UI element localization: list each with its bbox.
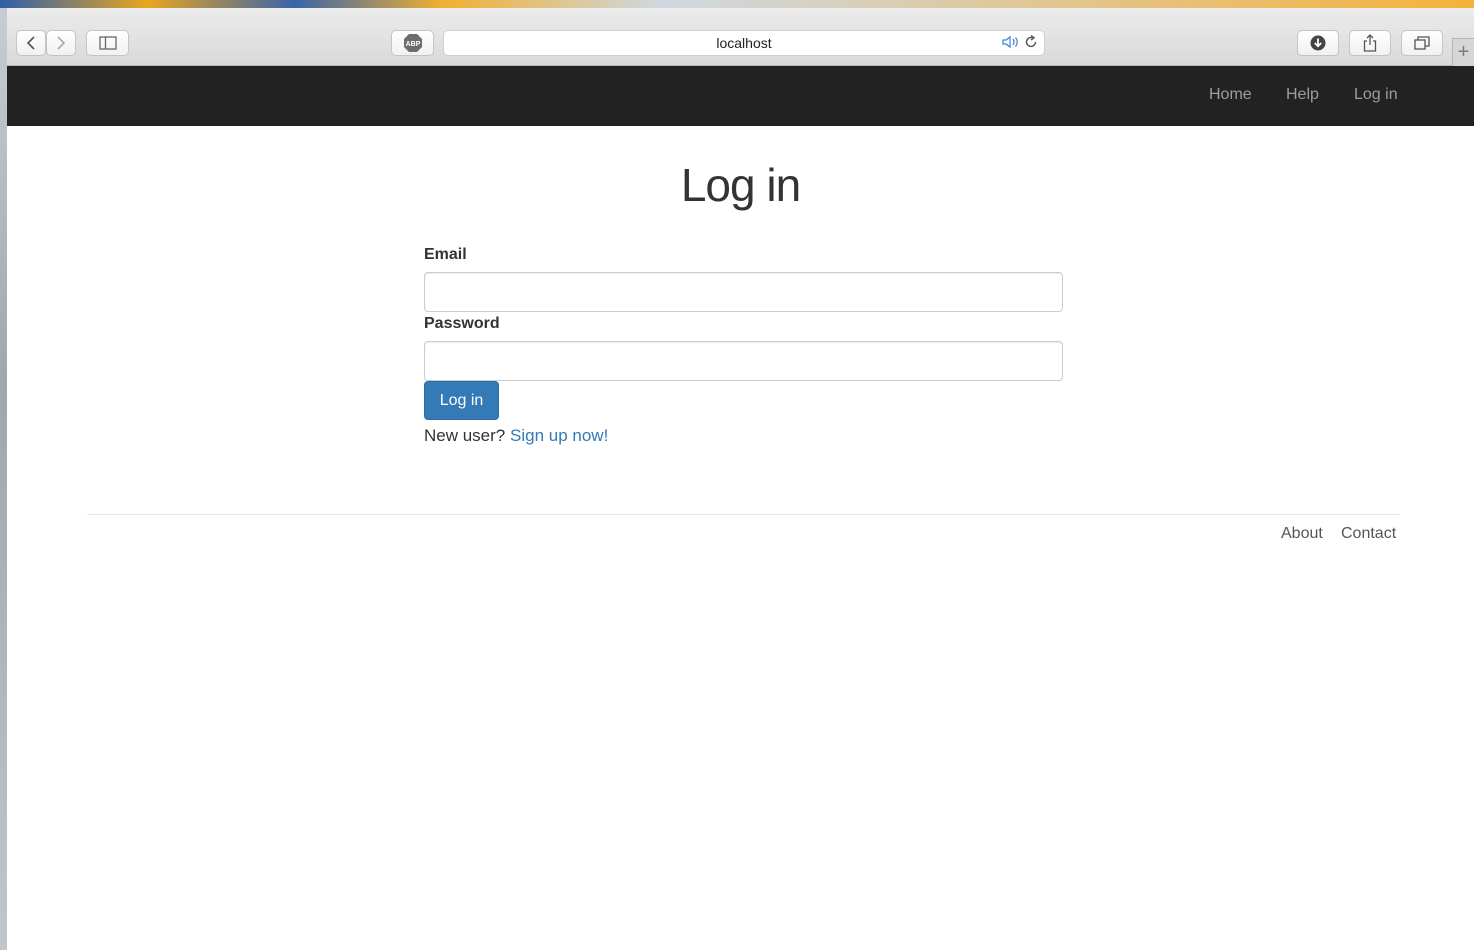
desktop-background bbox=[0, 0, 1474, 8]
download-icon bbox=[1310, 35, 1326, 51]
browser-window: ABP localhost + Home Help Log in Log in … bbox=[7, 8, 1474, 950]
url-text: localhost bbox=[716, 35, 772, 51]
chevron-left-icon bbox=[26, 36, 36, 50]
site-navbar: Home Help Log in bbox=[7, 66, 1474, 126]
sidebar-icon bbox=[98, 36, 117, 50]
browser-toolbar: ABP localhost + bbox=[7, 8, 1474, 66]
address-bar[interactable]: localhost bbox=[443, 30, 1045, 56]
footer-contact-link[interactable]: Contact bbox=[1341, 525, 1396, 543]
adblock-button[interactable]: ABP bbox=[391, 30, 434, 56]
desktop-edge bbox=[0, 8, 7, 950]
share-button[interactable] bbox=[1349, 30, 1391, 56]
back-button[interactable] bbox=[16, 30, 46, 56]
signup-prompt: New user? Sign up now! bbox=[424, 426, 608, 446]
reload-icon[interactable] bbox=[1024, 34, 1038, 52]
password-label: Password bbox=[424, 315, 500, 332]
new-user-text: New user? bbox=[424, 426, 506, 445]
login-submit-button[interactable]: Log in bbox=[424, 381, 499, 420]
email-label: Email bbox=[424, 246, 467, 263]
svg-text:ABP: ABP bbox=[405, 41, 420, 48]
footer-about-link[interactable]: About bbox=[1281, 525, 1323, 543]
nav-home-link[interactable]: Home bbox=[1209, 86, 1252, 104]
email-field[interactable] bbox=[424, 272, 1063, 312]
chevron-right-icon bbox=[56, 36, 66, 50]
share-icon bbox=[1363, 34, 1377, 52]
sidebar-button[interactable] bbox=[86, 30, 129, 56]
page-title: Log in bbox=[680, 159, 801, 211]
signup-link[interactable]: Sign up now! bbox=[510, 426, 608, 445]
tabs-button[interactable] bbox=[1401, 30, 1443, 56]
password-field[interactable] bbox=[424, 341, 1063, 381]
speaker-icon[interactable] bbox=[1002, 35, 1020, 52]
tabs-icon bbox=[1414, 36, 1430, 50]
new-tab-button[interactable]: + bbox=[1452, 38, 1474, 66]
abp-icon: ABP bbox=[403, 33, 423, 53]
downloads-button[interactable] bbox=[1297, 30, 1339, 56]
nav-login-link[interactable]: Log in bbox=[1354, 86, 1398, 104]
forward-button[interactable] bbox=[46, 30, 76, 56]
footer-divider bbox=[87, 514, 1400, 515]
nav-help-link[interactable]: Help bbox=[1286, 86, 1319, 104]
